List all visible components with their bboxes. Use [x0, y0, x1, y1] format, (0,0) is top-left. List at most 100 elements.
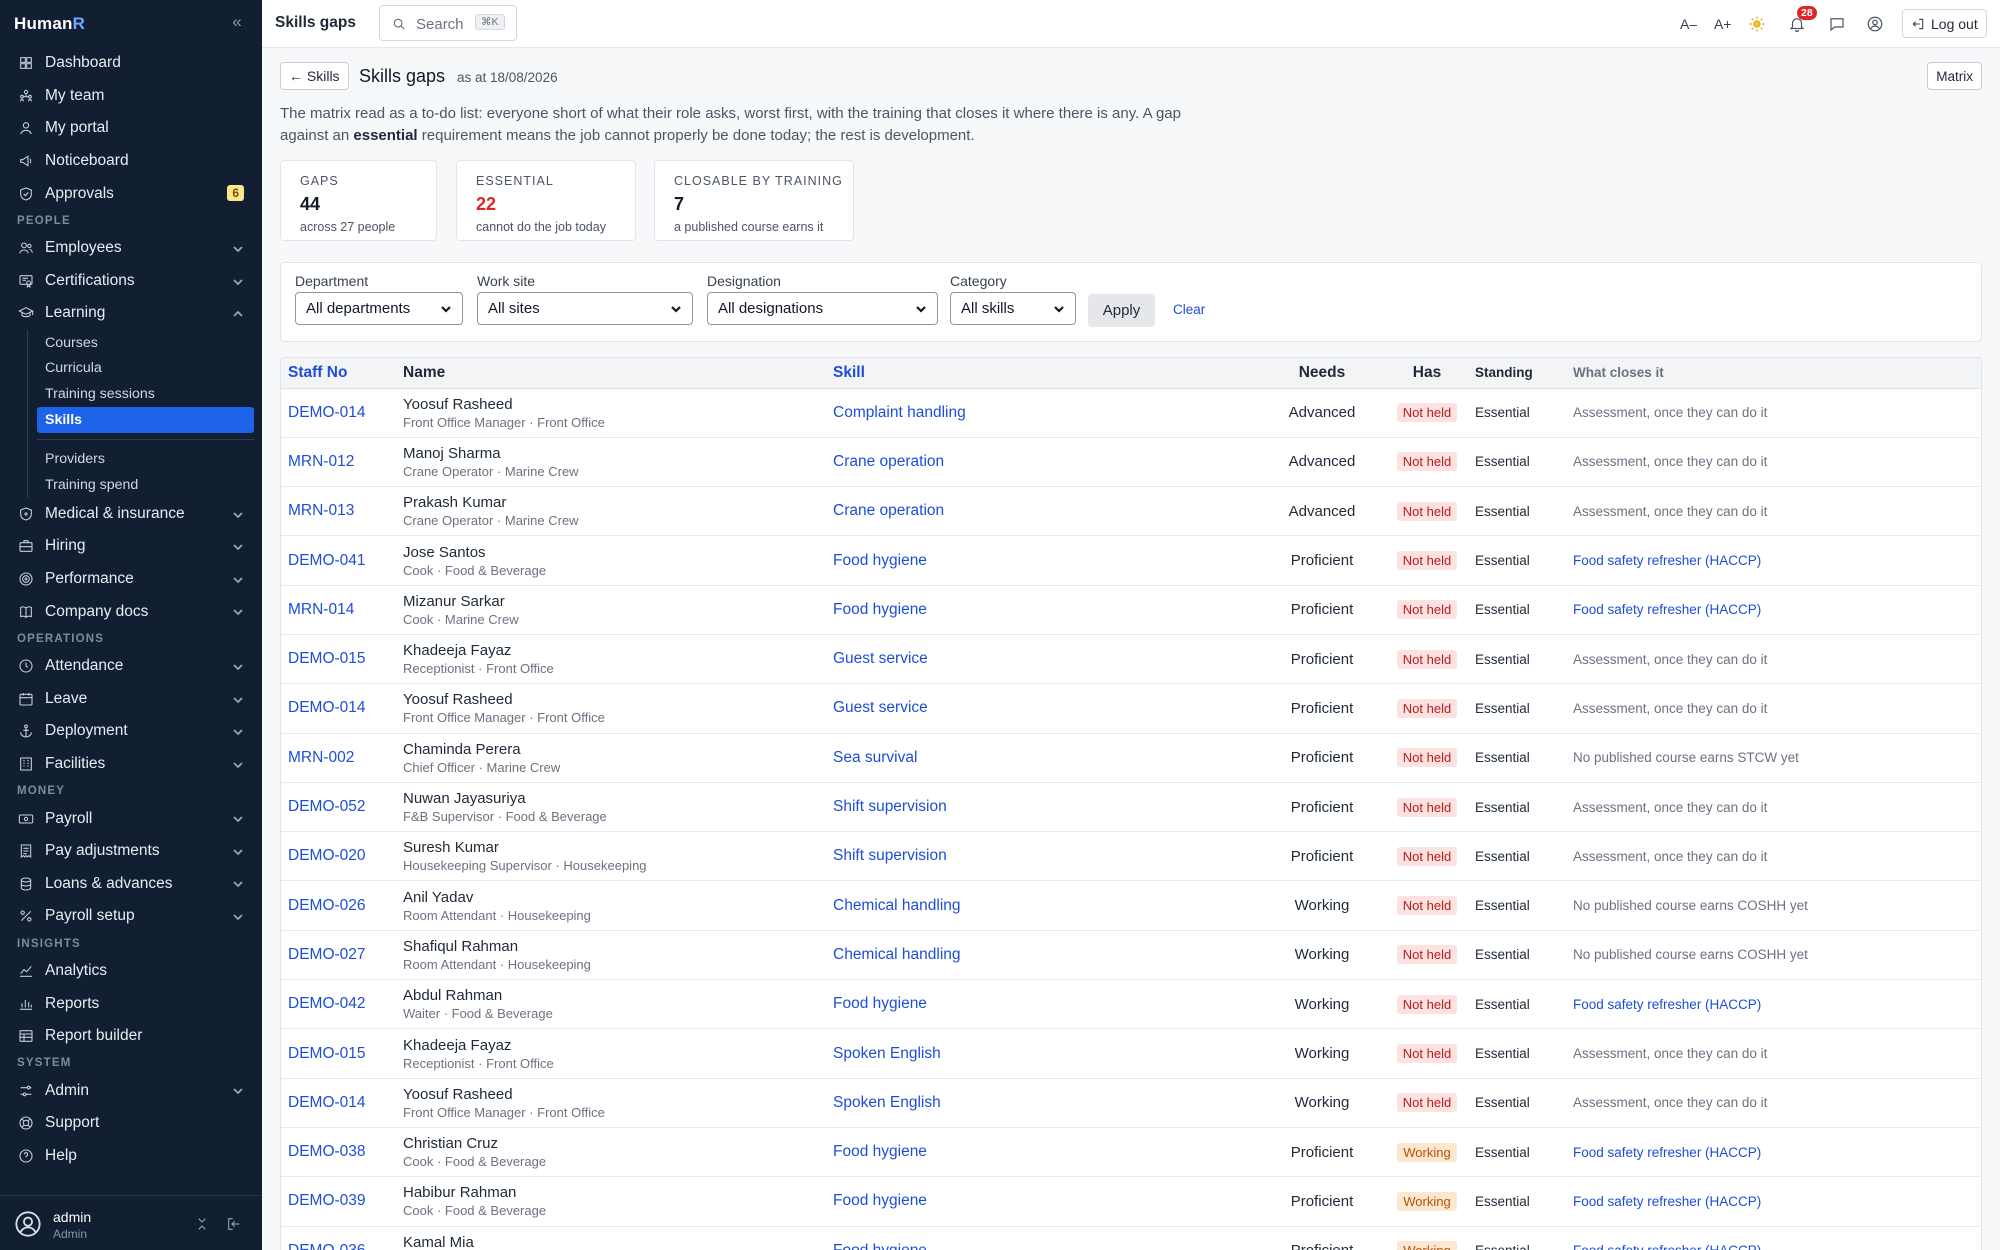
chevron-down-icon[interactable] [232, 605, 244, 617]
back-to-skills-button[interactable]: ← Skills [280, 62, 349, 90]
subnav-item-curricula[interactable]: Curricula [37, 356, 262, 382]
skill-link[interactable]: Food hygiene [833, 585, 1249, 635]
chevron-down-icon[interactable] [232, 660, 244, 672]
sidebar-item-employees[interactable]: Employees [0, 232, 262, 265]
sidebar-item-payroll[interactable]: Payroll [0, 802, 262, 835]
staff-no-link[interactable]: DEMO-015 [281, 1028, 403, 1079]
sidebar-item-pay-adjustments[interactable]: Pay adjustments [0, 835, 262, 868]
chevron-up-icon[interactable] [232, 307, 244, 319]
staff-no-link[interactable]: MRN-012 [281, 437, 403, 488]
sidebar-item-payroll-setup[interactable]: Payroll setup [0, 900, 262, 933]
staff-no-link[interactable]: DEMO-014 [281, 683, 403, 734]
matrix-button[interactable]: Matrix [1927, 62, 1982, 90]
sidebar-item-my-portal[interactable]: My portal [0, 112, 262, 145]
staff-no-link[interactable]: DEMO-014 [281, 388, 403, 438]
avatar-icon[interactable] [14, 1210, 42, 1238]
sidebar-item-attendance[interactable]: Attendance [0, 650, 262, 683]
sidebar-item-noticeboard[interactable]: Noticeboard [0, 145, 262, 178]
skill-link[interactable]: Chemical handling [833, 930, 1249, 981]
skill-link[interactable]: Guest service [833, 683, 1249, 734]
skill-link[interactable]: Chemical handling [833, 880, 1249, 931]
chevron-down-icon[interactable] [232, 508, 244, 520]
collapse-sidebar-icon[interactable]: « [226, 12, 248, 34]
sign-out-icon[interactable] [226, 1216, 242, 1232]
sidebar-item-my-team[interactable]: My team [0, 80, 262, 113]
sidebar-item-performance[interactable]: Performance [0, 563, 262, 596]
column-header-name[interactable]: Name [403, 358, 833, 389]
skill-link[interactable]: Sea survival [833, 733, 1249, 783]
subnav-item-training-sessions[interactable]: Training sessions [37, 381, 262, 407]
subnav-item-courses[interactable]: Courses [37, 330, 262, 356]
skill-link[interactable]: Food hygiene [833, 535, 1249, 586]
sidebar-item-learning[interactable]: Learning [0, 297, 262, 330]
skill-link[interactable]: Complaint handling [833, 388, 1249, 438]
chevron-down-icon[interactable] [232, 877, 244, 889]
closing-course-link[interactable]: Food safety refresher (HACCP) [1565, 1176, 1981, 1227]
sidebar-item-admin[interactable]: Admin [0, 1074, 262, 1107]
messages-icon[interactable] [1828, 12, 1846, 36]
column-header-has[interactable]: Has [1395, 358, 1459, 389]
profile-icon[interactable] [1866, 12, 1884, 36]
skill-link[interactable]: Spoken English [833, 1028, 1249, 1079]
staff-no-link[interactable]: DEMO-036 [281, 1226, 403, 1250]
work-site-select[interactable]: All sites [477, 292, 693, 325]
sidebar-item-certifications[interactable]: Certifications [0, 265, 262, 298]
sidebar-item-deployment[interactable]: Deployment [0, 715, 262, 748]
chevron-down-icon[interactable] [232, 242, 244, 254]
skill-link[interactable]: Crane operation [833, 486, 1249, 537]
font-larger-button[interactable]: A+ [1714, 12, 1732, 36]
designation-select[interactable]: All designations [707, 292, 938, 325]
sidebar-item-dashboard[interactable]: Dashboard [0, 47, 262, 80]
staff-no-link[interactable]: DEMO-038 [281, 1127, 403, 1178]
chevron-down-icon[interactable] [232, 573, 244, 585]
closing-course-link[interactable]: Food safety refresher (HACCP) [1565, 1226, 1981, 1250]
staff-no-link[interactable]: DEMO-014 [281, 1078, 403, 1128]
staff-no-link[interactable]: DEMO-042 [281, 979, 403, 1030]
subnav-item-skills[interactable]: Skills [37, 407, 254, 433]
sidebar-item-facilities[interactable]: Facilities [0, 748, 262, 781]
skill-link[interactable]: Spoken English [833, 1078, 1249, 1128]
sidebar-item-report-builder[interactable]: Report builder [0, 1020, 262, 1053]
closing-course-link[interactable]: Food safety refresher (HACCP) [1565, 585, 1981, 635]
sidebar-item-medical-and-insurance[interactable]: Medical & insurance [0, 498, 262, 531]
app-logo[interactable]: HumanR [14, 14, 85, 34]
closing-course-link[interactable]: Food safety refresher (HACCP) [1565, 979, 1981, 1030]
staff-no-link[interactable]: DEMO-020 [281, 831, 403, 882]
sidebar-item-hiring[interactable]: Hiring [0, 530, 262, 563]
subnav-item-providers[interactable]: Providers [37, 446, 262, 472]
clear-link[interactable]: Clear [1173, 302, 1205, 317]
chevron-down-icon[interactable] [232, 275, 244, 287]
closing-course-link[interactable]: Food safety refresher (HACCP) [1565, 1127, 1981, 1178]
skill-link[interactable]: Crane operation [833, 437, 1249, 488]
sidebar-item-analytics[interactable]: Analytics [0, 955, 262, 988]
skill-link[interactable]: Food hygiene [833, 979, 1249, 1030]
sidebar-item-company-docs[interactable]: Company docs [0, 595, 262, 628]
column-header-standing[interactable]: Standing [1459, 358, 1565, 389]
chevron-down-icon[interactable] [232, 845, 244, 857]
staff-no-link[interactable]: DEMO-039 [281, 1176, 403, 1227]
sidebar-item-approvals[interactable]: Approvals 6 [0, 177, 262, 210]
skill-link[interactable]: Shift supervision [833, 782, 1249, 833]
sidebar-item-loans-and-advances[interactable]: Loans & advances [0, 867, 262, 900]
chevron-down-icon[interactable] [232, 725, 244, 737]
skill-link[interactable]: Food hygiene [833, 1176, 1249, 1227]
chevron-down-icon[interactable] [232, 812, 244, 824]
column-header-needs[interactable]: Needs [1249, 358, 1395, 389]
category-select[interactable]: All skills [950, 292, 1076, 325]
chevron-down-icon[interactable] [232, 910, 244, 922]
staff-no-link[interactable]: DEMO-015 [281, 634, 403, 685]
chevron-down-icon[interactable] [232, 1084, 244, 1096]
sidebar-item-leave[interactable]: Leave [0, 683, 262, 716]
staff-no-link[interactable]: DEMO-027 [281, 930, 403, 981]
staff-no-link[interactable]: DEMO-052 [281, 782, 403, 833]
sidebar-item-support[interactable]: Support [0, 1107, 262, 1140]
skill-link[interactable]: Shift supervision [833, 831, 1249, 882]
column-header-skill[interactable]: Skill [833, 358, 1249, 389]
closing-course-link[interactable]: Food safety refresher (HACCP) [1565, 535, 1981, 586]
subnav-item-training-spend[interactable]: Training spend [37, 472, 262, 498]
staff-no-link[interactable]: DEMO-026 [281, 880, 403, 931]
staff-no-link[interactable]: MRN-002 [281, 733, 403, 783]
staff-no-link[interactable]: MRN-014 [281, 585, 403, 635]
sidebar-item-help[interactable]: Help [0, 1140, 262, 1173]
department-select[interactable]: All departments [295, 292, 463, 325]
